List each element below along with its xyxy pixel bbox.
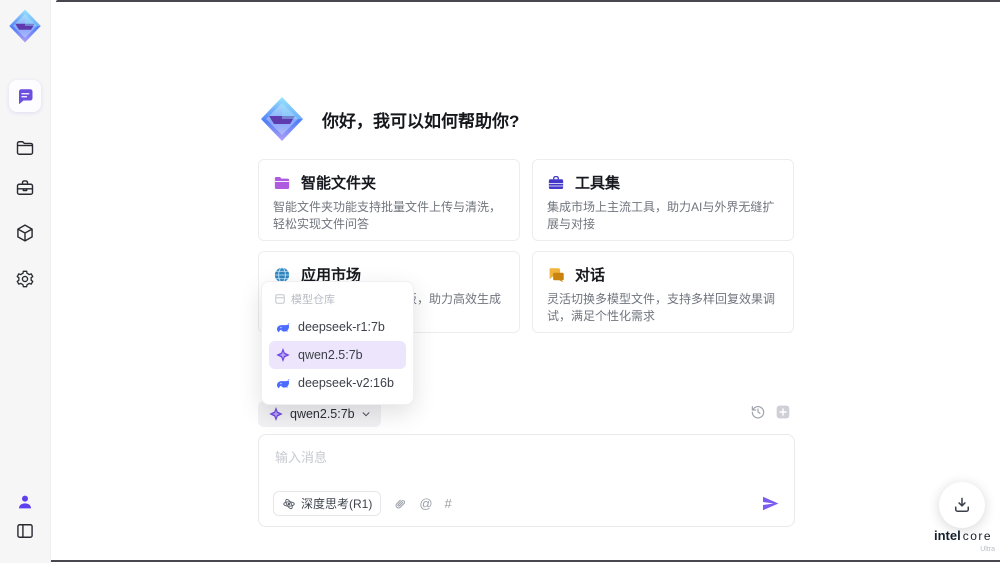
deep-think-label: 深度思考(R1): [301, 497, 373, 511]
window-top-edge: [56, 0, 1000, 2]
sidebar: [0, 0, 51, 563]
model-dropdown: 模型仓库 deepseek-r1:7b qwen2.5:7b deepseek-…: [261, 281, 414, 405]
card-title: 对话: [575, 267, 606, 284]
qwen-icon: [269, 407, 283, 421]
message-input[interactable]: [273, 445, 777, 489]
model-option-label: qwen2.5:7b: [298, 348, 363, 362]
hash-grid-icon[interactable]: #: [445, 497, 452, 510]
window-bottom-edge: [0, 560, 1000, 562]
repo-icon: [275, 294, 285, 304]
send-button[interactable]: [761, 494, 780, 513]
app-window: 你好，我可以如何帮助你? 智能文件夹 智能文件夹功能支持批量文件上传与清洗，轻松…: [0, 0, 1000, 563]
folder-icon: [16, 141, 34, 155]
sidebar-item-folders[interactable]: [9, 132, 41, 164]
deep-think-toggle[interactable]: 深度思考(R1): [273, 491, 382, 516]
download-fab[interactable]: [939, 482, 985, 528]
greeting-title: 你好，我可以如何帮助你?: [322, 111, 520, 131]
card-desc: 集成市场上主流工具，助力AI与外界无缝扩展与对接: [547, 200, 775, 232]
card-toolset[interactable]: 工具集 集成市场上主流工具，助力AI与外界无缝扩展与对接: [532, 159, 794, 241]
card-smart-folder[interactable]: 智能文件夹 智能文件夹功能支持批量文件上传与清洗，轻松实现文件问答: [258, 159, 520, 241]
card-title: 工具集: [575, 175, 621, 192]
sidebar-item-tools[interactable]: [9, 172, 41, 204]
gear-icon: [16, 270, 34, 288]
card-dialog[interactable]: 对话 灵活切换多模型文件，支持多样回复效果调试，满足个性化需求: [532, 251, 794, 333]
intel-core-text: core: [962, 529, 993, 543]
panel-toggle-icon: [17, 524, 33, 538]
history-icon: [751, 406, 765, 419]
deep-think-icon: [283, 498, 295, 509]
person-icon: [19, 495, 31, 509]
app-logo-icon: [9, 9, 41, 43]
chat-toolbar: [750, 404, 791, 420]
sidebar-item-account[interactable]: [9, 486, 41, 518]
at-sign-icon[interactable]: @: [419, 497, 432, 510]
attach-button[interactable]: [393, 497, 407, 511]
smart-folder-icon: [274, 176, 290, 189]
greeting-logo-icon: [261, 97, 303, 141]
new-chat-button[interactable]: [775, 404, 791, 420]
model-option-qwen[interactable]: qwen2.5:7b: [269, 341, 406, 369]
intel-logo-text: intel: [933, 528, 961, 543]
download-icon: [955, 497, 969, 512]
briefcase-icon: [16, 180, 34, 195]
new-chat-icon: [776, 405, 790, 419]
send-icon: [762, 496, 779, 511]
dialog-icon: [549, 267, 564, 282]
model-dropdown-header: 模型仓库: [269, 289, 406, 313]
card-desc: 智能文件夹功能支持批量文件上传与清洗，轻松实现文件问答: [273, 200, 502, 232]
composer-tools: 深度思考(R1) @ #: [273, 491, 780, 516]
model-option-label: deepseek-v2:16b: [298, 376, 394, 390]
sidebar-item-chat[interactable]: [9, 80, 41, 112]
sidebar-toggle[interactable]: [9, 515, 41, 547]
sidebar-item-apps[interactable]: [9, 217, 41, 249]
model-dropdown-header-label: 模型仓库: [291, 294, 335, 306]
model-selector-value: qwen2.5:7b: [290, 407, 355, 421]
sidebar-item-settings[interactable]: [9, 263, 41, 295]
greeting: 你好，我可以如何帮助你?: [258, 95, 519, 143]
qwen-icon: [276, 348, 290, 362]
model-option-label: deepseek-r1:7b: [298, 320, 385, 334]
deepseek-icon: [277, 323, 290, 333]
intel-core-badge: intel core Ultra: [925, 527, 1000, 553]
chevron-down-icon: [362, 412, 370, 417]
chat-bubble-icon: [19, 89, 33, 105]
model-option-deepseek-r1[interactable]: deepseek-r1:7b: [269, 313, 406, 341]
card-title: 智能文件夹: [301, 175, 377, 192]
deepseek-icon: [277, 379, 290, 389]
history-button[interactable]: [750, 404, 766, 420]
cube-icon: [17, 224, 33, 242]
model-option-deepseek-v2[interactable]: deepseek-v2:16b: [269, 369, 406, 397]
paperclip-icon: [395, 499, 406, 508]
composer: 深度思考(R1) @ #: [258, 434, 795, 527]
card-desc: 灵活切换多模型文件，支持多样回复效果调试，满足个性化需求: [547, 292, 776, 324]
toolbox-icon: [548, 175, 564, 189]
intel-ultra-text: Ultra: [980, 546, 995, 553]
